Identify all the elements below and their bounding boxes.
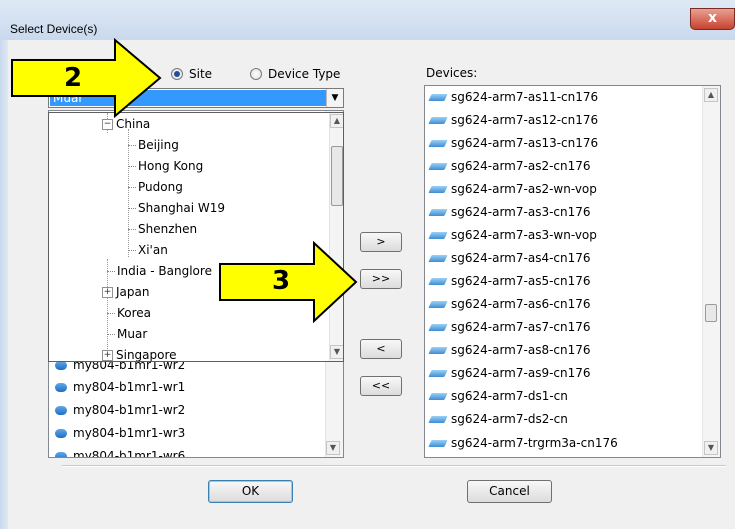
list-item[interactable]: sg624-arm7-as4-cn176 <box>425 247 591 270</box>
device-icon <box>55 405 67 415</box>
device-icon <box>55 382 67 392</box>
scroll-down-icon[interactable]: ▼ <box>330 345 343 359</box>
add-button[interactable]: > <box>360 232 402 252</box>
device-icon <box>55 451 67 457</box>
list-item[interactable]: sg624-arm7-as3-cn176 <box>425 201 591 224</box>
list-item[interactable]: my804-b1mr1-wr6 <box>49 445 185 457</box>
device-icon <box>428 347 448 354</box>
scroll-thumb[interactable] <box>331 146 343 206</box>
step-2-label: 2 <box>64 63 83 93</box>
tree-item-japan[interactable]: + Japan <box>102 282 149 302</box>
dialog-title: Select Device(s) <box>10 22 98 36</box>
devices-label: Devices: <box>426 66 478 80</box>
site-radio[interactable]: Site <box>171 67 212 81</box>
tree-item-shanghai-w19[interactable]: Shanghai W19 <box>128 198 225 218</box>
device-icon <box>428 440 448 447</box>
list-item[interactable]: my804-b1mr1-wr1 <box>49 376 185 398</box>
tree-item-singapore[interactable]: + Singapore <box>102 345 177 361</box>
tree-item-xian[interactable]: Xi'an <box>128 240 168 260</box>
step-2-arrow-icon <box>11 38 162 118</box>
device-icon <box>428 278 448 285</box>
list-item[interactable]: sg624-arm7-as5-cn176 <box>425 270 591 293</box>
ok-button[interactable]: OK <box>208 480 293 503</box>
title-bar: Select Device(s) x <box>0 0 735 40</box>
close-button[interactable]: x <box>690 8 735 30</box>
device-icon <box>428 416 448 423</box>
scroll-thumb[interactable] <box>705 304 717 322</box>
scroll-up-icon[interactable]: ▲ <box>704 88 718 102</box>
list-item[interactable]: sg624-arm7-as9-cn176 <box>425 362 591 385</box>
scroll-up-icon[interactable]: ▲ <box>330 114 343 128</box>
device-icon <box>428 370 448 377</box>
close-icon: x <box>707 10 718 26</box>
tree-item-hong-kong[interactable]: Hong Kong <box>128 156 203 176</box>
chevron-down-icon[interactable]: ▼ <box>326 89 343 107</box>
scroll-down-icon[interactable]: ▼ <box>326 441 340 455</box>
device-icon <box>428 117 448 124</box>
list-item[interactable]: sg624-arm7-as7-cn176 <box>425 316 591 339</box>
device-type-radio-label: Device Type <box>268 67 341 81</box>
device-icon <box>428 255 448 262</box>
add-all-button[interactable]: >> <box>360 269 402 289</box>
list-item[interactable]: sg624-arm7-as3-wn-vop <box>425 224 597 247</box>
tree-item-shenzhen[interactable]: Shenzhen <box>128 219 197 239</box>
remove-all-button[interactable]: << <box>360 376 402 396</box>
devices-scrollbar[interactable]: ▲ ▼ <box>702 86 720 457</box>
tree-scrollbar[interactable]: ▲ ▼ <box>329 113 343 361</box>
device-icon <box>428 163 448 170</box>
list-item[interactable]: sg624-arm7-as13-cn176 <box>425 132 598 155</box>
site-tree-dropdown[interactable]: − China Beijing Hong Kong Pudong Shanghai… <box>48 112 344 362</box>
device-icon <box>428 393 448 400</box>
device-type-radio-dot[interactable] <box>250 68 262 80</box>
cancel-button[interactable]: Cancel <box>467 480 552 503</box>
tree-item-beijing[interactable]: Beijing <box>128 135 179 155</box>
list-item[interactable]: sg624-arm7-as6-cn176 <box>425 293 591 316</box>
remove-button[interactable]: < <box>360 339 402 359</box>
device-icon <box>428 232 448 239</box>
list-item[interactable]: sg624-arm7-as11-cn176 <box>425 86 598 109</box>
window-border <box>0 40 8 529</box>
tree-item-korea[interactable]: Korea <box>107 303 151 323</box>
device-icon <box>428 301 448 308</box>
device-type-radio[interactable]: Device Type <box>250 67 340 81</box>
device-icon <box>428 94 448 101</box>
list-item[interactable]: my804-b1mr1-wr2 <box>49 399 185 421</box>
devices-list[interactable]: sg624-arm7-as11-cn176 sg624-arm7-as12-cn… <box>424 85 721 458</box>
site-radio-dot[interactable] <box>171 68 183 80</box>
list-item[interactable]: sg624-arm7-ds2-cn <box>425 408 568 431</box>
list-item[interactable]: my804-b1mr1-wr3 <box>49 422 185 444</box>
expand-icon[interactable]: + <box>102 350 113 361</box>
list-item[interactable]: sg624-arm7-as8-cn176 <box>425 339 591 362</box>
tree-item-muar[interactable]: Muar <box>107 324 147 344</box>
tree-item-india-banglore[interactable]: India - Banglore <box>107 261 212 281</box>
tree-item-pudong[interactable]: Pudong <box>128 177 183 197</box>
device-icon <box>428 186 448 193</box>
list-item[interactable]: sg624-arm7-as12-cn176 <box>425 109 598 132</box>
list-item[interactable]: sg624-arm7-as2-cn176 <box>425 155 591 178</box>
device-icon <box>428 209 448 216</box>
device-icon <box>55 428 67 438</box>
expand-icon[interactable]: + <box>102 287 113 298</box>
step-3-label: 3 <box>272 266 291 296</box>
scroll-down-icon[interactable]: ▼ <box>704 441 718 455</box>
list-item[interactable]: sg624-arm7-trgrm3a-cn176 <box>425 432 618 455</box>
site-radio-label: Site <box>189 67 213 81</box>
collapse-icon[interactable]: − <box>102 119 113 130</box>
list-item[interactable]: sg624-arm7-as2-wn-vop <box>425 178 597 201</box>
device-icon <box>428 324 448 331</box>
separator <box>62 465 726 467</box>
list-item[interactable]: sg624-arm7-ds1-cn <box>425 385 568 408</box>
device-icon <box>428 140 448 147</box>
